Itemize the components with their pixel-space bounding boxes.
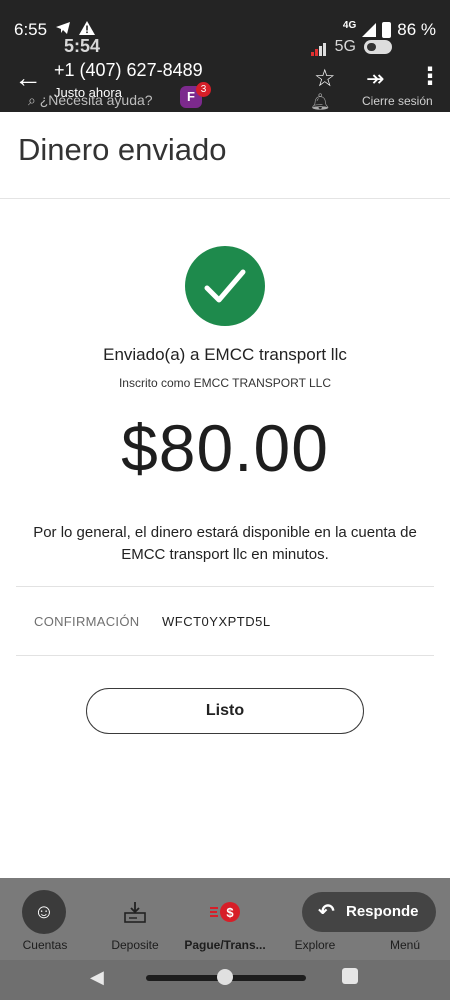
overlay-status: 5G: [310, 38, 392, 56]
enrolled-as-text: Inscrito como EMCC TRANSPORT LLC: [118, 376, 332, 390]
amount: $80.00: [121, 411, 329, 485]
battery-level: 86 %: [397, 20, 436, 39]
nav-item-pay-transfer[interactable]: $ Pague/Trans...: [180, 878, 270, 960]
divider: [16, 655, 434, 656]
notification-badge: 3: [196, 82, 211, 97]
network-type: 4G: [342, 19, 357, 31]
reply-button[interactable]: ↶ Responde: [302, 892, 436, 932]
star-icon[interactable]: ☆: [314, 64, 336, 93]
svg-text:$: $: [226, 905, 234, 920]
more-options-icon[interactable]: ⋮: [418, 62, 442, 91]
nav-label: Pague/Trans...: [184, 938, 266, 952]
success-check-icon: [185, 246, 265, 326]
divider: [16, 586, 434, 587]
bell-icon[interactable]: 🔔︎: [310, 92, 330, 112]
confirmation-code: WFCT0YXPTD5L: [162, 614, 271, 629]
reply-label: Responde: [346, 903, 419, 920]
forward-icon[interactable]: ↠: [366, 66, 384, 92]
system-navigation: ◀: [0, 960, 450, 1000]
signal-icon: [362, 23, 377, 37]
search-icon: ⌕: [28, 92, 36, 108]
battery-icon: [382, 22, 392, 38]
overlay-network: 5G: [334, 38, 356, 55]
page-title: Dinero enviado: [18, 132, 227, 167]
back-arrow-icon[interactable]: ←: [14, 64, 42, 92]
nav-label: Cuentas: [22, 938, 68, 952]
nav-item-deposit[interactable]: Deposite: [90, 878, 180, 960]
status-and-notification-bar: 6:55 4G 86 % 5:54 5G ← +1 (407) 627-8489…: [0, 0, 450, 112]
help-search[interactable]: ⌕ ¿Necesita ayuda?: [28, 92, 153, 109]
confirmation-page: Dinero enviado Enviado(a) a EMCC transpo…: [0, 112, 450, 878]
header-divider: [0, 198, 450, 199]
done-button[interactable]: Listo: [86, 688, 364, 734]
nav-label: Explore: [294, 938, 336, 952]
status-right: 4G 86 %: [343, 20, 436, 40]
emoji-bubble-icon[interactable]: ☺: [22, 890, 66, 934]
confirmation-label: CONFIRMACIÓN: [34, 614, 140, 629]
recipient-text: Enviado(a) a EMCC transport llc: [103, 345, 347, 364]
deposit-icon: [123, 900, 147, 927]
bottom-navigation: Cuentas Deposite $ Pague/Trans... Explor…: [0, 878, 450, 960]
reply-icon: ↶: [318, 901, 335, 923]
overlay-toggle-icon: [364, 40, 392, 54]
logout-link[interactable]: Cierre sesión: [362, 94, 433, 108]
status-time: 6:55: [14, 20, 48, 39]
pay-transfer-icon: $: [208, 900, 242, 927]
nav-label: Menú: [389, 938, 421, 952]
availability-note: Por lo general, el dinero estará disponi…: [33, 524, 417, 563]
overlay-time: 5:54: [64, 36, 101, 56]
help-placeholder: ¿Necesita ayuda?: [39, 92, 153, 108]
overlay-signal-icon: [310, 38, 327, 56]
home-indicator-icon[interactable]: [217, 969, 233, 985]
system-back-icon[interactable]: ◀: [90, 967, 104, 988]
recents-icon[interactable]: [342, 968, 358, 984]
notification-phone-number[interactable]: +1 (407) 627-8489: [54, 60, 203, 81]
nav-label: Deposite: [111, 938, 159, 952]
